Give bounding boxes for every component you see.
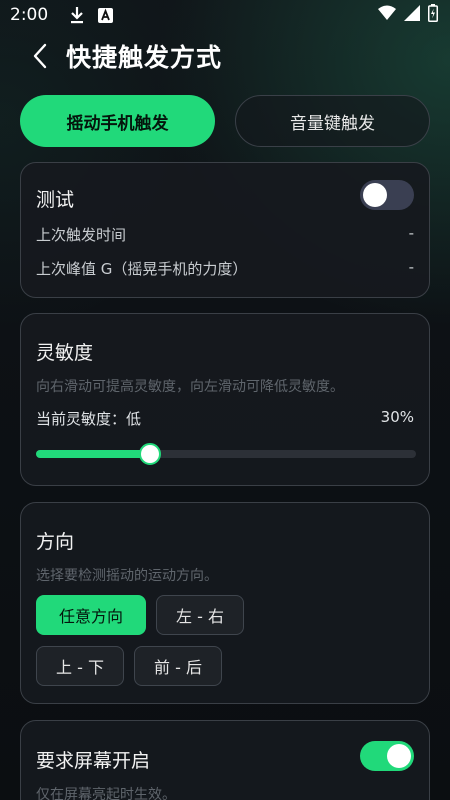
sensitivity-card: 灵敏度 向右滑动可提高灵敏度，向左滑动可降低灵敏度。 当前灵敏度：低 30% — [20, 313, 430, 486]
back-button[interactable] — [18, 34, 62, 78]
screen-on-card: 要求屏幕开启 仅在屏幕亮起时生效。 — [20, 720, 430, 800]
tab-volume-key-trigger[interactable]: 音量键触发 — [235, 95, 430, 147]
last-trigger-time-label: 上次触发时间 — [36, 226, 127, 244]
battery-icon — [428, 4, 438, 26]
sensitivity-title: 灵敏度 — [36, 342, 94, 364]
tab-shake-trigger[interactable]: 摇动手机触发 — [20, 95, 215, 147]
direction-card: 方向 选择要检测摇动的运动方向。 任意方向 左 - 右 上 - 下 前 - 后 — [20, 502, 430, 704]
current-sensitivity-label: 当前灵敏度：低 — [36, 410, 142, 428]
direction-option-up-down[interactable]: 上 - 下 — [36, 646, 124, 686]
screen-on-title: 要求屏幕开启 — [36, 750, 151, 772]
sensitivity-slider[interactable] — [36, 443, 416, 465]
status-bar: 2:00 — [0, 0, 450, 30]
slider-fill — [36, 450, 150, 458]
test-card: 测试 上次触发时间 - 上次峰值 G（摇晃手机的力度） - — [20, 162, 430, 298]
direction-title: 方向 — [36, 531, 75, 553]
screen-on-toggle[interactable] — [360, 741, 414, 771]
toggle-knob — [363, 183, 387, 207]
status-time: 2:00 — [10, 5, 49, 25]
direction-description: 选择要检测摇动的运动方向。 — [36, 568, 218, 584]
signal-icon — [404, 5, 420, 25]
last-trigger-time-value: - — [408, 224, 414, 242]
last-peak-label: 上次峰值 G（摇晃手机的力度） — [36, 260, 248, 278]
slider-thumb[interactable] — [139, 443, 161, 465]
sensitivity-description: 向右滑动可提高灵敏度，向左滑动可降低灵敏度。 — [36, 379, 344, 395]
test-toggle[interactable] — [360, 180, 414, 210]
header: 快捷触发方式 — [0, 34, 450, 78]
wifi-icon — [378, 5, 396, 25]
last-peak-value: - — [408, 258, 414, 276]
chevron-left-icon — [33, 43, 47, 69]
screen-on-description: 仅在屏幕亮起时生效。 — [36, 787, 176, 800]
keyboard-a-icon — [96, 6, 114, 24]
direction-option-front-back[interactable]: 前 - 后 — [134, 646, 222, 686]
sensitivity-percent: 30% — [380, 408, 414, 426]
page-title: 快捷触发方式 — [66, 43, 223, 72]
direction-option-left-right[interactable]: 左 - 右 — [156, 595, 244, 635]
direction-option-any[interactable]: 任意方向 — [36, 595, 146, 635]
download-icon — [68, 6, 86, 24]
test-card-title: 测试 — [36, 189, 75, 211]
toggle-knob — [387, 744, 411, 768]
